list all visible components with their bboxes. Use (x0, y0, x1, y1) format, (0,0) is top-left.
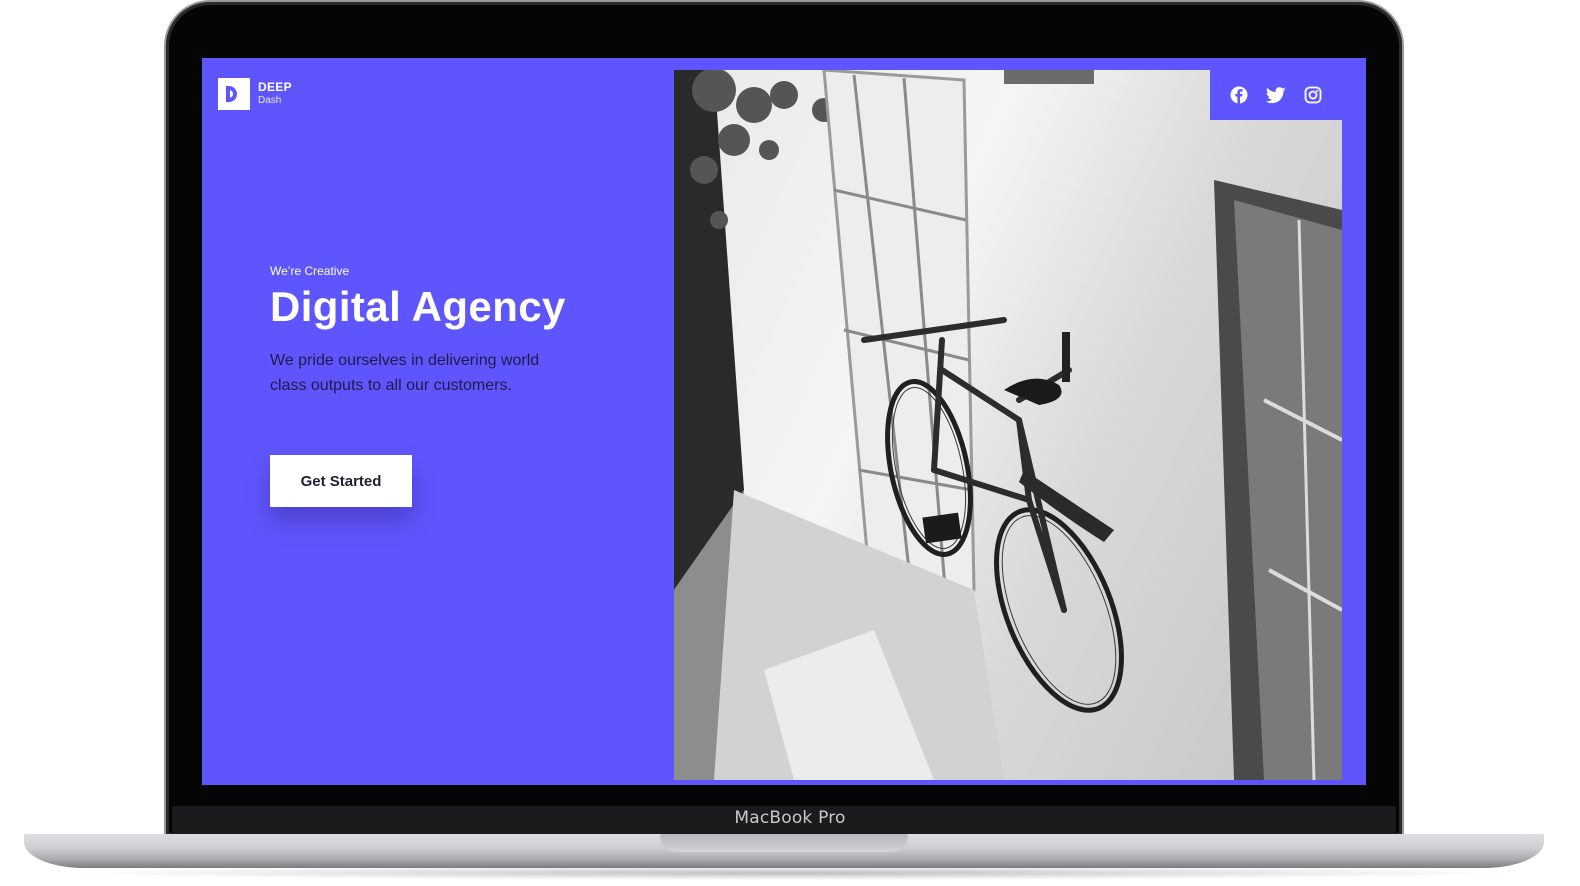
laptop-notch (660, 834, 908, 852)
photo-illustration (674, 70, 1342, 780)
hero-title: Digital Agency (270, 283, 566, 330)
hero-section: We’re Creative Digital Agency We pride o… (270, 264, 650, 398)
twitter-icon[interactable] (1265, 85, 1286, 105)
logo-d-icon (218, 78, 250, 110)
logo-name: DEEP (258, 80, 292, 95)
bicycle-photo (674, 70, 1342, 780)
website-screen: DEEP Dash We’re Creative Digital Agency … (202, 58, 1366, 785)
logo-subtitle: Dash (258, 95, 282, 107)
hero-description: We pride ourselves in delivering world c… (270, 352, 540, 395)
laptop-shadow (60, 866, 1520, 880)
logo-text: DEEP Dash (258, 80, 292, 107)
hero-eyebrow: We’re Creative (270, 264, 350, 278)
device-label: MacBook Pro (734, 808, 846, 828)
instagram-icon[interactable] (1303, 85, 1323, 105)
laptop-mockup: MacBook Pro DEEP Dash We’re Creative Dig… (0, 0, 1580, 886)
social-links (1210, 70, 1342, 120)
facebook-icon[interactable] (1229, 85, 1249, 105)
site-logo[interactable]: DEEP Dash (218, 78, 292, 110)
get-started-button[interactable]: Get Started (270, 455, 412, 507)
